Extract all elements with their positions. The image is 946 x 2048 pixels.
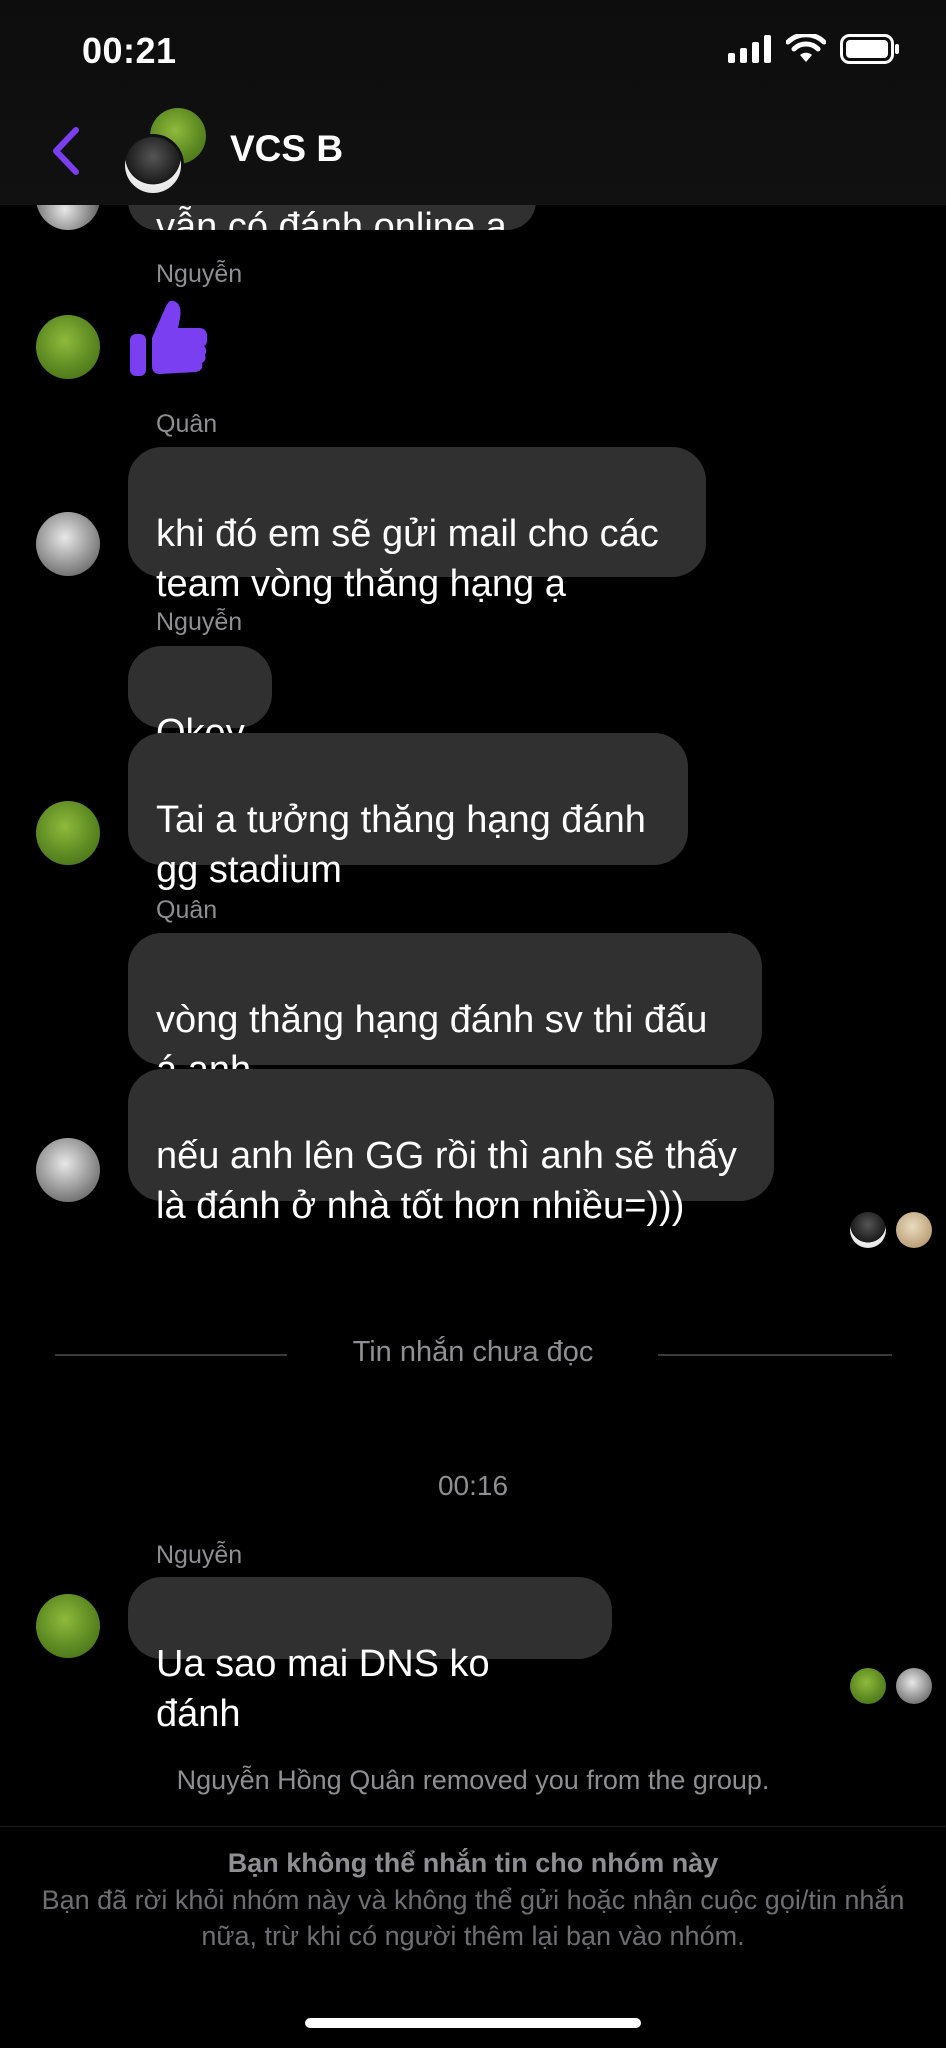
status-icons xyxy=(728,34,900,64)
unread-divider-label: Tin nhắn chưa đọc xyxy=(352,1336,594,1368)
message-bubble[interactable]: Tai a tưởng thăng hạng đánh gg stadium xyxy=(128,733,688,891)
read-receipt-avatar xyxy=(896,1212,932,1248)
message-text: nếu anh lên GG rồi thì anh sẽ thấy là đá… xyxy=(156,1135,737,1227)
wifi-icon xyxy=(786,34,826,62)
notice-body: Bạn đã rời khỏi nhóm này và không thể gử… xyxy=(41,1885,905,1951)
divider-line xyxy=(658,1354,892,1356)
avatar-nguyen[interactable] xyxy=(36,315,100,379)
message-bubble[interactable]: Okey xyxy=(128,646,272,754)
sender-name: Nguyễn xyxy=(156,1541,243,1569)
read-receipt-avatar xyxy=(850,1212,886,1248)
notice-title: Bạn không thể nhắn tin cho nhóm này xyxy=(227,1848,719,1878)
avatar-nguyen[interactable] xyxy=(36,1594,100,1658)
message-text: Tai a tưởng thăng hạng đánh gg stadium xyxy=(156,799,646,891)
chevron-left-icon[interactable] xyxy=(50,126,82,176)
sender-name: Quân xyxy=(156,896,218,924)
composer-divider xyxy=(0,1826,946,1827)
signal-icon xyxy=(728,35,771,63)
message-bubble[interactable]: nếu anh lên GG rồi thì anh sẽ thấy là đá… xyxy=(128,1069,774,1227)
message-timestamp: 00:16 xyxy=(437,1470,509,1501)
message-text: khi đó em sẽ gửi mail cho các team vòng … xyxy=(156,513,659,605)
home-indicator xyxy=(305,2018,641,2028)
avatar-quan[interactable] xyxy=(36,1138,100,1202)
message-bubble[interactable]: vòng thăng hạng đánh sv thi đấu á anh xyxy=(128,933,762,1091)
avatar-nguyen[interactable] xyxy=(36,801,100,865)
read-receipt-avatar xyxy=(896,1668,932,1704)
sender-name: Nguyễn xyxy=(156,260,243,288)
message-text: vẫn có đánh online ạ xyxy=(156,206,507,230)
group-avatar[interactable] xyxy=(122,108,210,196)
thumbs-up-icon[interactable] xyxy=(128,296,210,378)
system-message: Nguyễn Hồng Quân removed you from the gr… xyxy=(176,1765,770,1795)
message-bubble[interactable]: khi đó em sẽ gửi mail cho các team vòng … xyxy=(128,447,706,605)
group-avatar-front xyxy=(122,134,184,196)
read-receipt-avatar xyxy=(850,1668,886,1704)
battery-icon xyxy=(840,34,899,64)
sender-name: Nguyễn xyxy=(156,608,243,636)
message-bubble[interactable]: Ua sao mai DNS ko đánh xyxy=(128,1577,612,1735)
sender-name: Quân xyxy=(156,410,218,438)
status-time: 00:21 xyxy=(82,30,177,71)
chat-title[interactable]: VCS B xyxy=(230,128,343,170)
message-text: Ua sao mai DNS ko đánh xyxy=(156,1643,490,1735)
avatar-quan[interactable] xyxy=(36,512,100,576)
